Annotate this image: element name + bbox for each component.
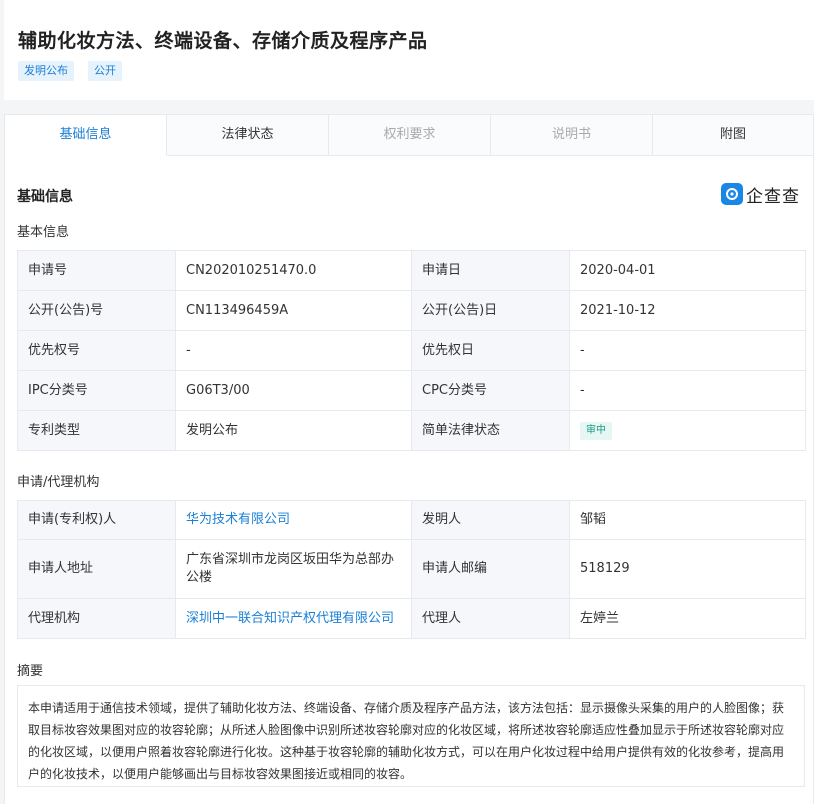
value-legal-status: 审中 [569, 410, 806, 451]
value-application-number: CN202010251470.0 [175, 250, 412, 291]
agency-link[interactable]: 深圳中一联合知识产权代理有限公司 [186, 611, 394, 626]
tag-invention-publication: 发明公布 [18, 61, 74, 81]
basic-info-subtitle: 基本信息 [17, 225, 70, 240]
label-patent-type: 专利类型 [17, 410, 176, 451]
value-applicant: 华为技术有限公司 [175, 500, 412, 540]
content-panel: 基础信息 企查查 基本信息 申请号 CN202010251470.0 申请日 2… [4, 156, 814, 804]
table-row: 代理机构 深圳中一联合知识产权代理有限公司 代理人 左婷兰 [17, 598, 806, 639]
tab-claims[interactable]: 权利要求 [329, 115, 491, 156]
table-row: 公开(公告)号 CN113496459A 公开(公告)日 2021-10-12 [17, 290, 806, 331]
tab-bar: 基础信息 法律状态 权利要求 说明书 附图 [4, 114, 814, 156]
value-agent: 左婷兰 [569, 598, 806, 639]
table-row: 优先权号 - 优先权日 - [17, 330, 806, 371]
table-row: IPC分类号 G06T3/00 CPC分类号 - [17, 370, 806, 411]
qichacha-logo: 企查查 [721, 182, 800, 207]
tab-legal-status[interactable]: 法律状态 [167, 115, 329, 156]
label-publication-number: 公开(公告)号 [17, 290, 176, 331]
applicant-link[interactable]: 华为技术有限公司 [186, 512, 290, 527]
qichacha-logo-icon [721, 183, 743, 205]
patent-header: 辅助化妆方法、终端设备、存储介质及程序产品 发明公布 公开 [4, 0, 814, 100]
abstract-text: 本申请适用于通信技术领域，提供了辅助化妆方法、终端设备、存储介质及程序产品方法，… [17, 685, 805, 787]
value-applicant-postcode: 518129 [569, 539, 806, 599]
label-agency: 代理机构 [17, 598, 176, 639]
label-inventor: 发明人 [411, 500, 570, 540]
label-ipc-class: IPC分类号 [17, 370, 176, 411]
table-row: 申请号 CN202010251470.0 申请日 2020-04-01 [17, 250, 806, 291]
abstract-subtitle: 摘要 [17, 664, 44, 679]
value-patent-type: 发明公布 [175, 410, 412, 451]
label-applicant-postcode: 申请人邮编 [411, 539, 570, 599]
agency-table: 申请(专利权)人 华为技术有限公司 发明人 邹韬 申请人地址 广东省深圳市龙岗区… [17, 500, 806, 639]
label-agent: 代理人 [411, 598, 570, 639]
label-applicant-address: 申请人地址 [17, 539, 176, 599]
label-application-date: 申请日 [411, 250, 570, 291]
label-priority-number: 优先权号 [17, 330, 176, 371]
value-ipc-class: G06T3/00 [175, 370, 412, 411]
agency-subtitle: 申请/代理机构 [17, 475, 100, 490]
tab-description[interactable]: 说明书 [491, 115, 653, 156]
value-priority-number: - [175, 330, 412, 371]
section-title: 基础信息 [17, 189, 73, 205]
value-cpc-class: - [569, 370, 806, 411]
table-row: 申请人地址 广东省深圳市龙岗区坂田华为总部办公楼 申请人邮编 518129 [17, 539, 806, 599]
status-badge: 审中 [580, 422, 612, 440]
label-priority-date: 优先权日 [411, 330, 570, 371]
label-legal-status: 简单法律状态 [411, 410, 570, 451]
table-row: 申请(专利权)人 华为技术有限公司 发明人 邹韬 [17, 500, 806, 540]
label-cpc-class: CPC分类号 [411, 370, 570, 411]
tag-public: 公开 [88, 61, 122, 81]
page-title: 辅助化妆方法、终端设备、存储介质及程序产品 [18, 30, 428, 52]
basic-info-table: 申请号 CN202010251470.0 申请日 2020-04-01 公开(公… [17, 250, 806, 451]
logo-text: 企查查 [746, 186, 800, 207]
value-agency: 深圳中一联合知识产权代理有限公司 [175, 598, 412, 639]
value-publication-date: 2021-10-12 [569, 290, 806, 331]
label-application-number: 申请号 [17, 250, 176, 291]
value-application-date: 2020-04-01 [569, 250, 806, 291]
tab-drawings[interactable]: 附图 [653, 115, 813, 156]
value-applicant-address: 广东省深圳市龙岗区坂田华为总部办公楼 [175, 539, 412, 599]
value-publication-number: CN113496459A [175, 290, 412, 331]
table-row: 专利类型 发明公布 简单法律状态 审中 [17, 410, 806, 451]
label-applicant: 申请(专利权)人 [17, 500, 176, 540]
value-priority-date: - [569, 330, 806, 371]
label-publication-date: 公开(公告)日 [411, 290, 570, 331]
tab-basic-info[interactable]: 基础信息 [5, 115, 167, 156]
value-inventor: 邹韬 [569, 500, 806, 540]
